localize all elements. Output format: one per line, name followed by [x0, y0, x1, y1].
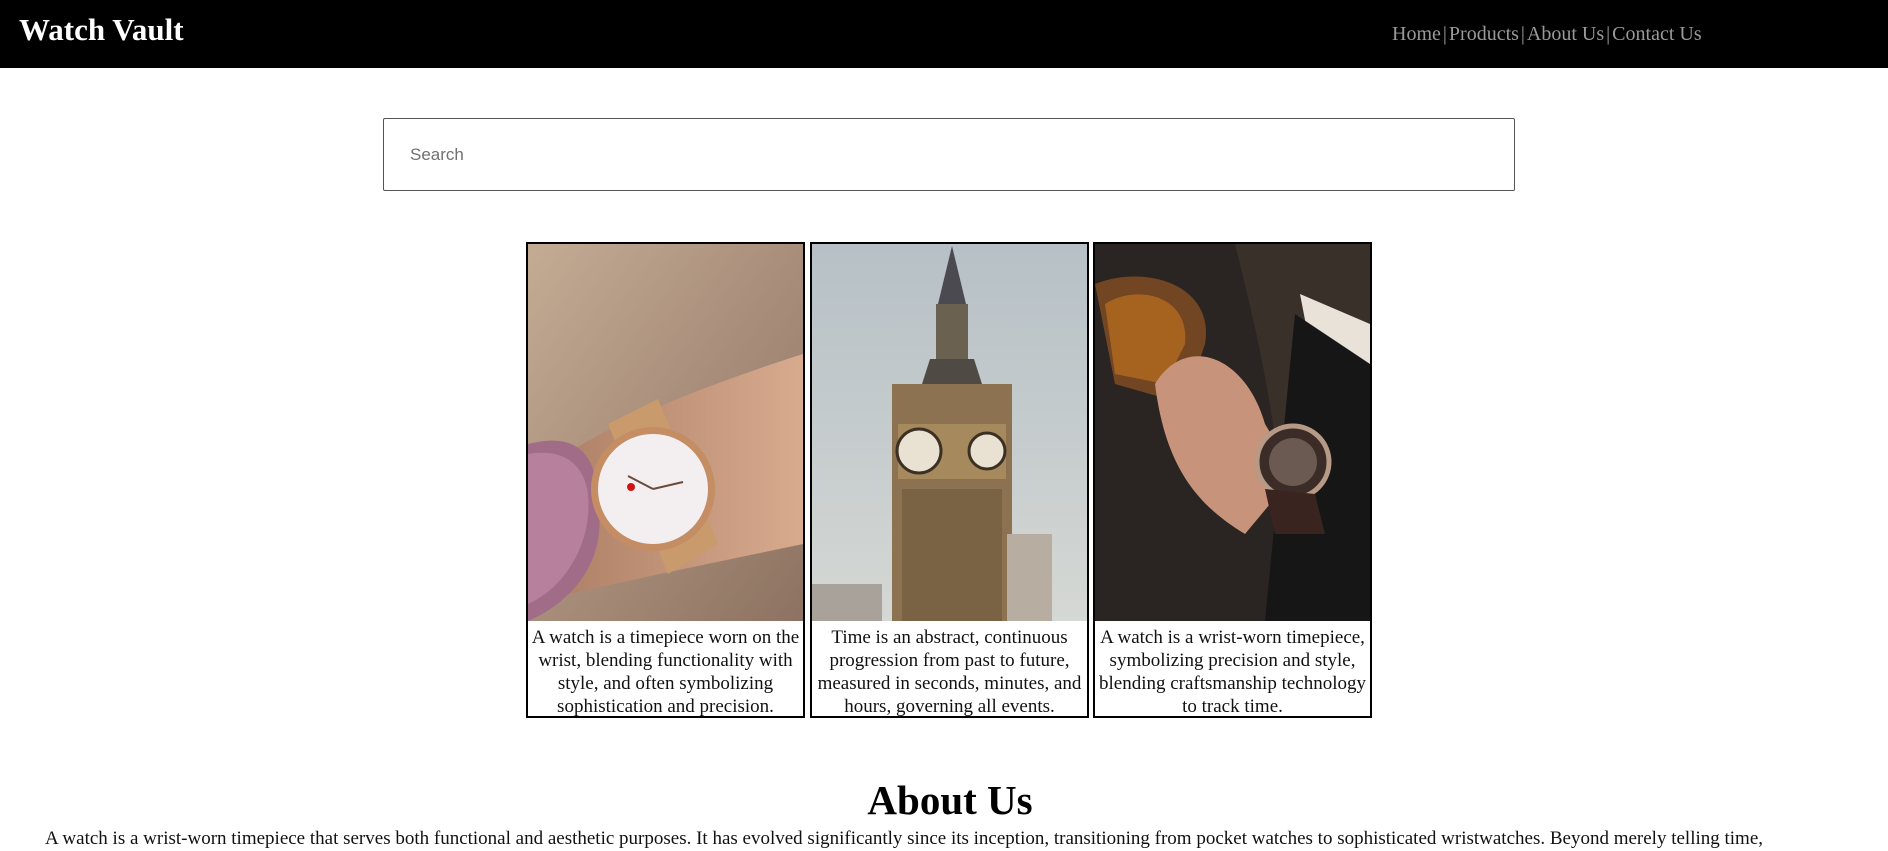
nav-separator: | [1606, 23, 1611, 45]
about-us-heading: About Us [867, 777, 1033, 823]
nav-link-products[interactable]: Products [1449, 23, 1519, 45]
top-navigation-bar: Watch Vault Home | Products | About Us | Conta… [0, 0, 1888, 68]
search-input[interactable] [384, 119, 1514, 190]
nav-link-about-us[interactable]: About Us [1527, 23, 1604, 45]
nav-separator: | [1442, 23, 1447, 45]
product-card[interactable]: Time is an abstract, continuous progress… [810, 242, 1089, 718]
product-card[interactable]: A watch is a timepiece worn on the wrist… [526, 242, 805, 718]
product-card[interactable]: A watch is a wrist-worn timepiece, symbo… [1093, 242, 1372, 718]
big-ben-clock-tower-photo [812, 244, 1087, 621]
man-drinking-with-watch-photo [1095, 244, 1370, 621]
about-us-paragraph: A watch is a wrist-worn timepiece that s… [45, 828, 1764, 849]
wrist-watch-rose-gold-photo [528, 244, 803, 621]
card-caption: Time is an abstract, continuous progress… [817, 627, 1082, 717]
card-caption: A watch is a wrist-worn timepiece, symbo… [1099, 627, 1366, 717]
nav-link-home[interactable]: Home [1392, 23, 1441, 45]
main-nav: Home | Products | About Us | Contact Us [1392, 23, 1702, 46]
card-caption: A watch is a timepiece worn on the wrist… [531, 627, 800, 717]
search-box [383, 118, 1515, 191]
nav-separator: | [1520, 23, 1525, 45]
nav-link-contact-us[interactable]: Contact Us [1612, 23, 1701, 45]
site-logo-title[interactable]: Watch Vault [19, 12, 184, 48]
